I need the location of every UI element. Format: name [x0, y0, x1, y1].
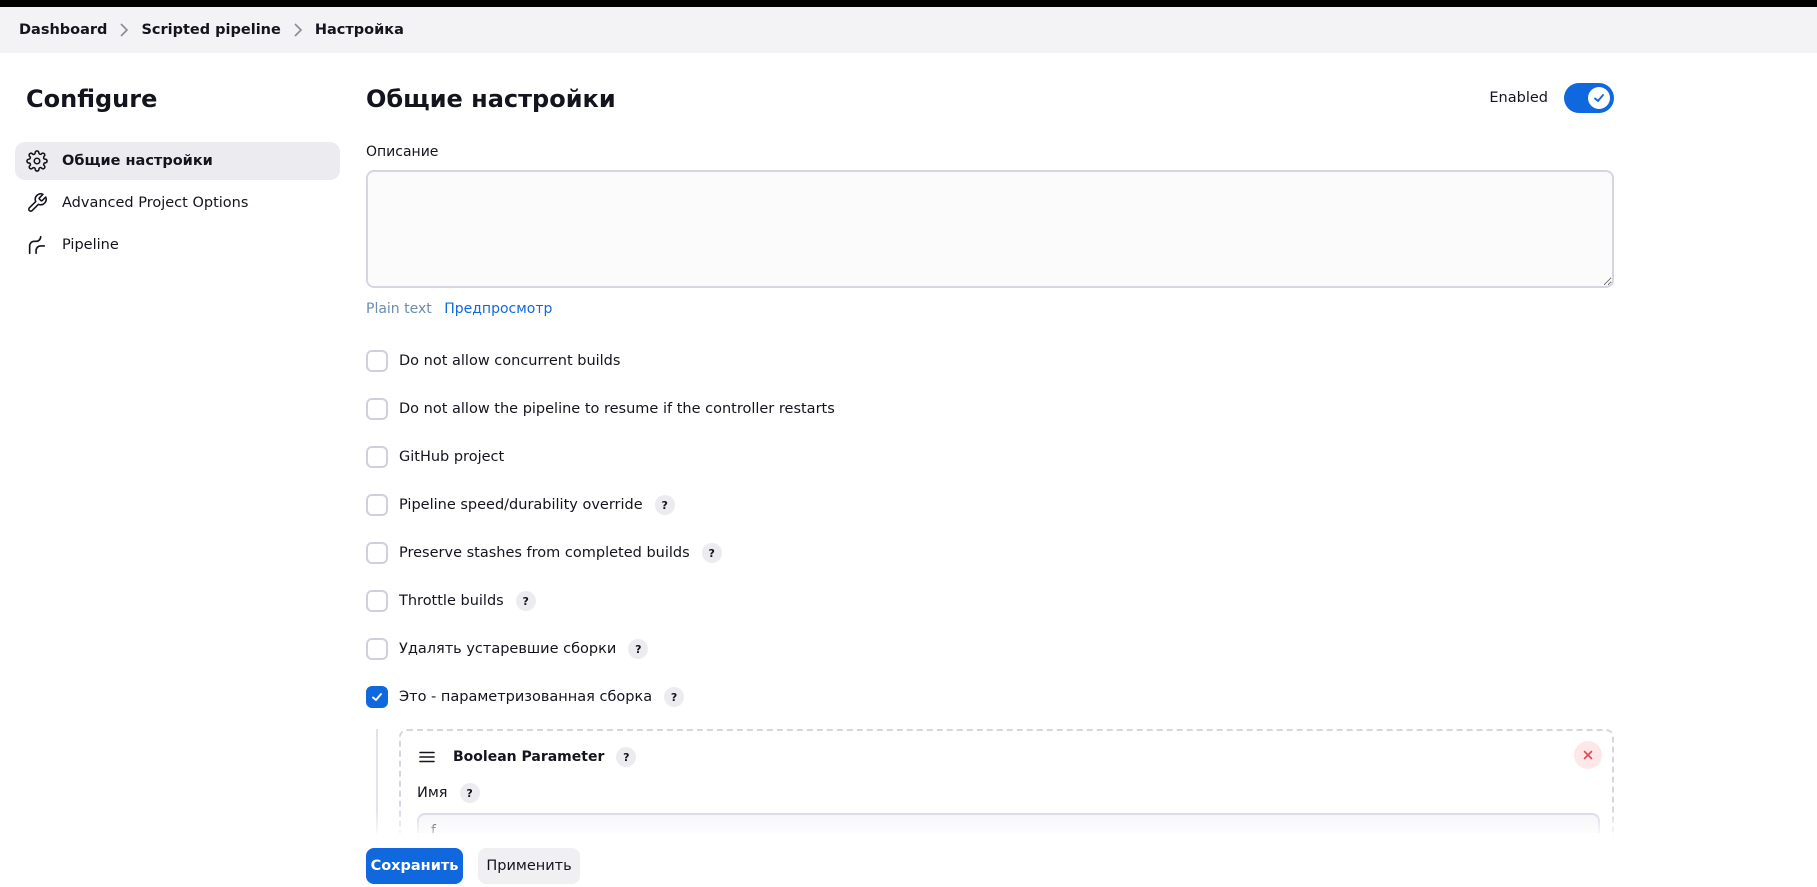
- save-button[interactable]: Сохранить: [366, 848, 463, 884]
- option-label: Это - параметризованная сборка: [399, 689, 653, 705]
- help-icon[interactable]: ?: [515, 591, 536, 611]
- option-label: Do not allow concurrent builds: [399, 353, 621, 369]
- option-label: Throttle builds: [399, 593, 504, 609]
- preview-link[interactable]: Предпросмотр: [444, 301, 552, 317]
- apply-button[interactable]: Применить: [478, 848, 580, 884]
- checkbox[interactable]: [366, 494, 388, 516]
- checkbox[interactable]: [366, 542, 388, 564]
- description-label: Описание: [366, 144, 439, 160]
- help-icon[interactable]: ?: [701, 543, 722, 563]
- option-resume-pipeline: Do not allow the pipeline to resume if t…: [366, 385, 1614, 433]
- option-parameterized-build: Это - параметризованная сборка ?: [366, 673, 1614, 721]
- sidebar-item-label: Advanced Project Options: [62, 195, 249, 211]
- chevron-right-icon: [281, 22, 315, 38]
- breadcrumb-dashboard[interactable]: Dashboard: [19, 22, 107, 38]
- sidebar-item-label: Общие настройки: [62, 153, 213, 169]
- remove-parameter-button[interactable]: [1574, 741, 1602, 769]
- drag-handle-icon[interactable]: [417, 747, 437, 767]
- chevron-right-icon: [107, 22, 141, 38]
- check-icon: [1588, 87, 1610, 109]
- format-row: Plain text Предпросмотр: [366, 301, 1614, 321]
- parameter-title: Boolean Parameter: [453, 749, 605, 765]
- checkbox[interactable]: [366, 350, 388, 372]
- option-label: GitHub project: [399, 449, 505, 465]
- page-title: Общие настройки: [366, 85, 616, 113]
- option-throttle-builds: Throttle builds ?: [366, 577, 1614, 625]
- close-icon: [1583, 750, 1593, 760]
- option-concurrent-builds: Do not allow concurrent builds: [366, 337, 1614, 385]
- breadcrumb-scripted-pipeline[interactable]: Scripted pipeline: [141, 22, 280, 38]
- help-icon[interactable]: ?: [459, 783, 480, 803]
- sidebar-item-advanced[interactable]: Advanced Project Options: [15, 184, 340, 222]
- option-preserve-stashes: Preserve stashes from completed builds ?: [366, 529, 1614, 577]
- option-label: Do not allow the pipeline to resume if t…: [399, 401, 835, 417]
- help-icon[interactable]: ?: [654, 495, 675, 515]
- name-label: Имя: [417, 785, 448, 801]
- breadcrumb-settings[interactable]: Настройка: [315, 22, 404, 38]
- checkbox[interactable]: [366, 398, 388, 420]
- enabled-label: Enabled: [1489, 90, 1548, 106]
- options-list: Do not allow concurrent builds Do not al…: [366, 337, 1614, 721]
- top-strip: [0, 0, 1817, 7]
- option-github-project: GitHub project: [366, 433, 1614, 481]
- option-label: Удалять устаревшие сборки: [399, 641, 617, 657]
- sidebar-item-label: Pipeline: [62, 237, 119, 253]
- gear-icon: [26, 150, 48, 172]
- pipeline-icon: [26, 234, 48, 256]
- checkbox[interactable]: [366, 638, 388, 660]
- bottom-action-bar: Сохранить Применить: [345, 833, 1635, 887]
- parameter-header: Boolean Parameter ?: [417, 745, 1596, 769]
- help-icon[interactable]: ?: [664, 687, 685, 707]
- option-discard-old-builds: Удалять устаревшие сборки ?: [366, 625, 1614, 673]
- checkbox[interactable]: [366, 590, 388, 612]
- option-label: Preserve stashes from completed builds: [399, 545, 690, 561]
- help-icon[interactable]: ?: [616, 747, 637, 767]
- sidebar: Configure Общие настройки Advanced Proje…: [15, 80, 340, 268]
- checkbox[interactable]: [366, 446, 388, 468]
- description-field[interactable]: [366, 170, 1614, 288]
- sidebar-item-general[interactable]: Общие настройки: [15, 142, 340, 180]
- option-label: Pipeline speed/durability override: [399, 497, 643, 513]
- enabled-control: Enabled: [1489, 83, 1614, 113]
- name-label-row: Имя ?: [417, 783, 1596, 803]
- check-icon: [372, 693, 382, 701]
- sidebar-item-pipeline[interactable]: Pipeline: [15, 226, 340, 264]
- plain-text-label: Plain text: [366, 301, 432, 317]
- breadcrumb: Dashboard Scripted pipeline Настройка: [0, 7, 1817, 53]
- enabled-toggle[interactable]: [1564, 83, 1614, 113]
- sidebar-title: Configure: [26, 85, 158, 113]
- parameter-rail: [376, 729, 378, 849]
- checkbox-checked[interactable]: [366, 686, 388, 708]
- wrench-icon: [26, 192, 48, 214]
- option-durability-override: Pipeline speed/durability override ?: [366, 481, 1614, 529]
- help-icon[interactable]: ?: [628, 639, 649, 659]
- main-content: Общие настройки Enabled Описание Plain t…: [366, 80, 1614, 859]
